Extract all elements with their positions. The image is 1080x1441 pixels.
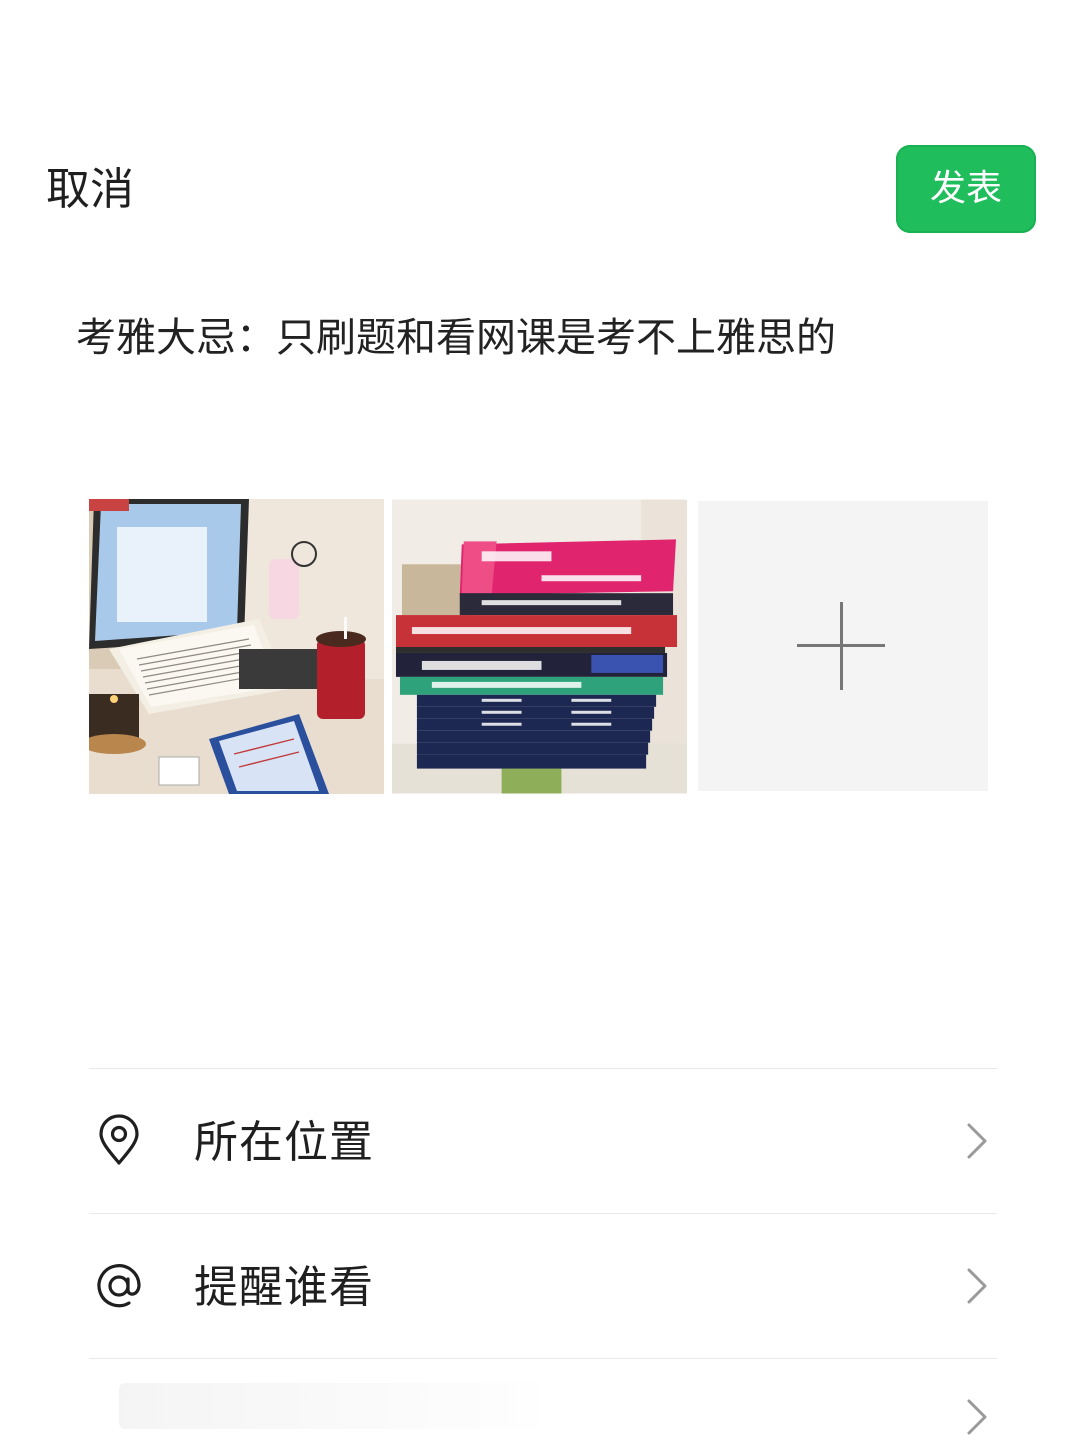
add-photo-button[interactable] [698, 501, 988, 791]
chevron-right-icon [963, 1121, 991, 1161]
chevron-right-icon [963, 1266, 991, 1306]
cancel-button[interactable]: 取消 [46, 160, 134, 220]
photo-grid [89, 499, 989, 795]
top-bar: 取消 发表 [0, 0, 1080, 260]
desk-laptop-photo [89, 499, 384, 794]
mention-label: 提醒谁看 [194, 1262, 374, 1313]
publish-button[interactable]: 发表 [896, 145, 1036, 233]
location-label: 所在位置 [194, 1117, 374, 1168]
post-text-input[interactable]: 考雅大忌：只刷题和看网课是考不上雅思的 [76, 306, 1016, 370]
photo-thumbnail-desk[interactable] [89, 499, 384, 794]
divider [89, 1358, 997, 1359]
location-row[interactable]: 所在位置 [89, 1069, 997, 1213]
mention-row[interactable]: 提醒谁看 [89, 1214, 997, 1358]
blurred-row-content [119, 1383, 539, 1429]
at-sign-icon [91, 1258, 147, 1314]
photo-thumbnail-books[interactable] [392, 499, 688, 794]
stacked-books-photo [392, 499, 687, 794]
chevron-right-icon [963, 1397, 991, 1437]
plus-icon-vertical [840, 602, 843, 690]
visibility-row-partial[interactable] [89, 1365, 997, 1440]
location-pin-icon [91, 1113, 147, 1169]
